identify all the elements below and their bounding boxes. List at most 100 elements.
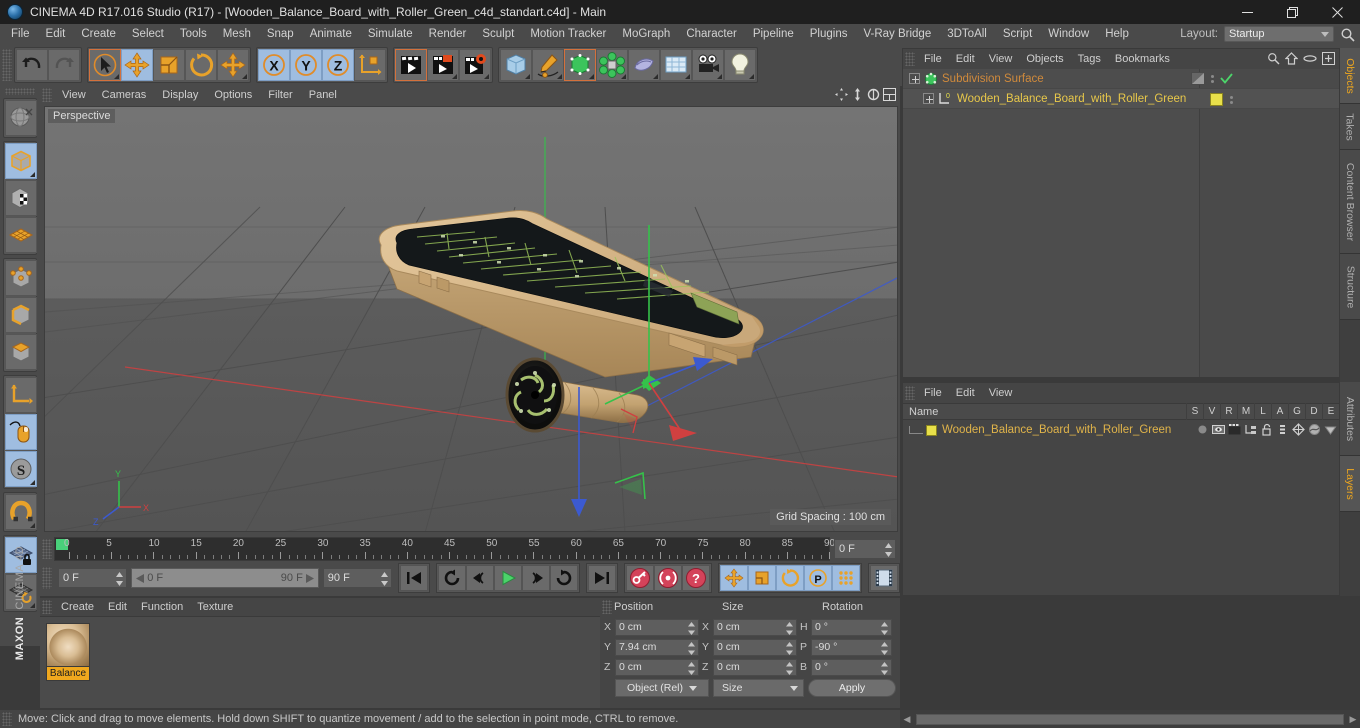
key-rotation-button[interactable] <box>776 565 804 591</box>
workplane-mode-button[interactable] <box>5 217 37 253</box>
layer-color-swatch[interactable] <box>926 424 937 436</box>
zoom-view-icon[interactable] <box>851 88 864 101</box>
rotation-h-field[interactable]: 0 ° <box>811 618 892 636</box>
light-button[interactable] <box>724 49 756 81</box>
menu-motion-tracker[interactable]: Motion Tracker <box>522 25 614 43</box>
menu-help[interactable]: Help <box>1097 25 1137 43</box>
soft-selection-button[interactable]: S <box>5 451 37 487</box>
render-settings-button[interactable] <box>459 49 491 81</box>
menu-render[interactable]: Render <box>421 25 475 43</box>
material-menu-function[interactable]: Function <box>134 600 190 614</box>
layer-row[interactable]: Wooden_Balance_Board_with_Roller_Green <box>903 420 1339 440</box>
size-y-field[interactable]: 0 cm <box>713 638 797 656</box>
layout-dropdown[interactable]: Startup <box>1224 26 1334 42</box>
object-mode-button[interactable] <box>5 143 37 179</box>
viewport-menu-filter[interactable]: Filter <box>260 88 300 102</box>
scroll-left-arrow-icon[interactable]: ◀ <box>900 712 914 726</box>
edges-mode-button[interactable] <box>5 297 37 333</box>
undo-view-button[interactable] <box>5 100 37 136</box>
live-selection-tool[interactable] <box>89 49 121 81</box>
spinner-icon[interactable] <box>881 621 888 636</box>
vtab-layers[interactable]: Layers <box>1340 456 1360 512</box>
controls-grip[interactable] <box>42 567 52 589</box>
points-mode-button[interactable] <box>5 260 37 296</box>
size-z-field[interactable]: 0 cm <box>713 658 797 676</box>
object-row-subdivision-surface[interactable]: Subdivision Surface <box>903 69 1339 89</box>
current-frame-field[interactable]: 0 F <box>58 568 128 588</box>
texture-mode-button[interactable] <box>5 180 37 216</box>
maximize-viewport-icon[interactable] <box>883 88 896 101</box>
move-tool-secondary[interactable] <box>217 49 249 81</box>
key-position-button[interactable] <box>720 565 748 591</box>
maximize-button[interactable] <box>1270 0 1315 24</box>
menu-vray-bridge[interactable]: V-Ray Bridge <box>855 25 939 43</box>
play-button[interactable] <box>494 565 522 591</box>
world-object-coordinate-button[interactable] <box>354 49 386 81</box>
viewport-menu-cameras[interactable]: Cameras <box>94 88 155 102</box>
timeline-ruler[interactable]: 0 5 10 15 20 25 30 35 40 45 50 55 60 65 70 75 80 85 90 <box>54 537 835 561</box>
rotate-view-icon[interactable] <box>867 88 880 101</box>
spinner-icon[interactable] <box>381 572 388 586</box>
render-region-button[interactable] <box>427 49 459 81</box>
material-menu-texture[interactable]: Texture <box>190 600 240 614</box>
rotation-b-field[interactable]: 0 ° <box>811 658 892 676</box>
autokeying-button[interactable] <box>654 565 682 591</box>
spline-pen-button[interactable] <box>532 49 564 81</box>
visibility-eye-icon[interactable] <box>1303 52 1317 65</box>
vtab-objects[interactable]: Objects <box>1340 48 1360 104</box>
rotation-p-field[interactable]: -90 ° <box>811 638 892 656</box>
status-grip[interactable] <box>2 712 12 726</box>
camera-button[interactable] <box>692 49 724 81</box>
menu-plugins[interactable]: Plugins <box>802 25 856 43</box>
preview-frame-field[interactable]: 0 F <box>834 539 896 559</box>
menu-select[interactable]: Select <box>124 25 172 43</box>
viewport-menu-display[interactable]: Display <box>154 88 206 102</box>
deformer-icon[interactable] <box>1308 423 1321 436</box>
menu-file[interactable]: File <box>3 25 38 43</box>
key-parameter-button[interactable]: P <box>804 565 832 591</box>
viewport-menu-options[interactable]: Options <box>206 88 260 102</box>
material-tag-icon[interactable] <box>1210 93 1223 106</box>
timeline-grip[interactable] <box>42 539 52 559</box>
menu-script[interactable]: Script <box>995 25 1040 43</box>
toolbar-grip[interactable] <box>2 49 12 81</box>
menu-create[interactable]: Create <box>73 25 124 43</box>
mograph-cloner-button[interactable] <box>596 49 628 81</box>
object-menu-tags[interactable]: Tags <box>1071 51 1108 67</box>
menu-tools[interactable]: Tools <box>172 25 215 43</box>
object-menu-bookmarks[interactable]: Bookmarks <box>1108 51 1177 67</box>
material-menu-edit[interactable]: Edit <box>101 600 134 614</box>
go-to-end-button[interactable] <box>588 565 616 591</box>
perspective-viewport[interactable]: Perspective Grid Spacing : 100 cm Y X Z <box>44 106 898 532</box>
cube-primitive-button[interactable] <box>500 49 532 81</box>
position-y-field[interactable]: 7.94 cm <box>615 638 699 656</box>
spinner-icon[interactable] <box>116 572 124 586</box>
object-menu-edit[interactable]: Edit <box>949 51 982 67</box>
axis-x-button[interactable]: X <box>258 49 290 81</box>
move-tool[interactable] <box>121 49 153 81</box>
deformer-button[interactable] <box>628 49 660 81</box>
expand-collapse-icon[interactable] <box>909 73 920 84</box>
expand-collapse-icon[interactable] <box>923 93 934 104</box>
next-frame-button[interactable] <box>522 565 550 591</box>
layer-manager-grip[interactable] <box>905 386 915 400</box>
display-tag-icon[interactable] <box>1191 72 1205 85</box>
generator-button[interactable] <box>564 49 596 81</box>
record-keyframe-button[interactable] <box>626 565 654 591</box>
end-frame-field[interactable]: 90 F <box>322 568 392 588</box>
size-mode-dropdown[interactable]: Size <box>713 679 804 697</box>
spinner-icon[interactable] <box>688 621 695 636</box>
visibility-eye-icon[interactable] <box>1212 423 1225 436</box>
menu-window[interactable]: Window <box>1040 25 1097 43</box>
lock-icon[interactable] <box>1260 423 1273 436</box>
menu-mesh[interactable]: Mesh <box>215 25 259 43</box>
menu-pipeline[interactable]: Pipeline <box>745 25 802 43</box>
spinner-icon[interactable] <box>885 543 892 557</box>
material-item[interactable]: Balance <box>46 623 91 681</box>
play-reverse-loop-button[interactable] <box>438 565 466 591</box>
search-icon[interactable] <box>1267 52 1280 65</box>
horizontal-scrollbar[interactable]: ◀ ▶ <box>900 710 1360 728</box>
render-clapper-icon[interactable] <box>1228 423 1241 436</box>
menu-snap[interactable]: Snap <box>259 25 302 43</box>
material-menu-create[interactable]: Create <box>54 600 101 614</box>
